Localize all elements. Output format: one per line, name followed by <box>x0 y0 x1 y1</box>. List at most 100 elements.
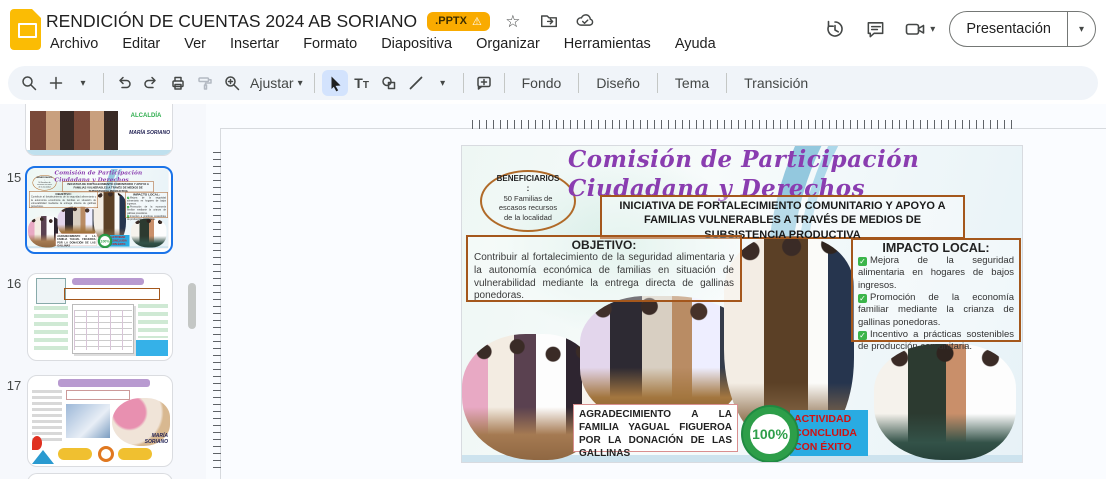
thumbnail-list-right <box>138 304 168 338</box>
redo-button[interactable] <box>138 70 164 96</box>
thumbnail-slide-14-partial[interactable]: ALCALDÍA MARÍA SORIANO <box>25 104 173 156</box>
horizontal-ruler <box>472 120 1018 129</box>
print-button[interactable] <box>165 70 191 96</box>
progress-badge[interactable]: 100% <box>743 407 797 461</box>
thumbnail-progress-circle <box>98 446 114 462</box>
mini-impact-item: Promoción de la economía familiar median… <box>127 206 166 215</box>
layout-button[interactable]: Diseño <box>586 71 650 95</box>
menu-archivo[interactable]: Archivo <box>46 34 102 54</box>
theme-button[interactable]: Tema <box>665 71 719 95</box>
present-button[interactable]: Presentación ▾ <box>949 11 1096 47</box>
divider <box>726 73 727 93</box>
initiative-textbox[interactable]: INICIATIVA DE FORTALECIMIENTO COMUNITARI… <box>600 195 965 239</box>
mini-beneficiaries-text: BENEFICIARIOS: 50 Familias de escasos re… <box>37 176 53 188</box>
divider <box>578 73 579 93</box>
zoom-button[interactable] <box>219 70 245 96</box>
beneficiaries-body: 50 Familias de escasos recursos de la lo… <box>496 194 560 222</box>
insert-comment-button[interactable] <box>471 70 497 96</box>
cloud-status-icon[interactable] <box>572 8 598 34</box>
mini-photo <box>131 219 167 248</box>
version-history-icon[interactable] <box>822 16 848 42</box>
thumbnail-slide-18-partial[interactable] <box>27 473 173 479</box>
line-tool-button[interactable] <box>403 70 429 96</box>
undo-icon <box>115 74 133 92</box>
slide-15-editor[interactable]: Comisión de Participación Ciudadana y De… <box>462 146 1022 462</box>
divider <box>314 73 315 93</box>
menu-organizar[interactable]: Organizar <box>472 34 544 54</box>
text-box-button[interactable]: TT <box>349 70 375 96</box>
menu-ayuda[interactable]: Ayuda <box>671 34 720 54</box>
menu-formato[interactable]: Formato <box>299 34 361 54</box>
photo-family-group-right[interactable] <box>874 344 1016 460</box>
thumbnail-blue-box <box>136 340 168 356</box>
impact-textbox[interactable]: IMPACTO LOCAL: ✓Mejora de la seguridad a… <box>851 238 1021 342</box>
search-menus-button[interactable] <box>16 70 42 96</box>
history-icon <box>824 18 846 40</box>
cursor-icon <box>326 74 344 92</box>
new-slide-caret-icon[interactable]: ▾ <box>70 70 96 96</box>
camera-icon <box>904 18 926 40</box>
menu-herramientas[interactable]: Herramientas <box>560 34 655 54</box>
thanks-textbox[interactable]: AGRADECIMIENTO A LA FAMILIA YAGUAL FIGUE… <box>573 404 738 452</box>
shape-icon <box>380 74 398 92</box>
move-folder-icon <box>539 11 559 31</box>
thumbnail-slide-15-selected[interactable]: Comisión de Participación Ciudadana y De… <box>25 166 173 254</box>
pptx-badge[interactable]: .PPTX ⚠ <box>427 12 490 31</box>
impact-item-text: Promoción de la economía familiar median… <box>858 292 1014 328</box>
objective-textbox[interactable]: OBJETIVO: Contribuir al fortalecimiento … <box>466 235 742 302</box>
background-button[interactable]: Fondo <box>512 71 572 95</box>
thumbnail-subtitle-bar <box>64 288 160 300</box>
line-caret-icon[interactable]: ▾ <box>430 70 456 96</box>
menu-ver[interactable]: Ver <box>180 34 210 54</box>
thumbnail-subtitle-bar <box>66 390 130 400</box>
thumbnail-text-left <box>32 390 62 442</box>
line-icon <box>407 74 425 92</box>
menu-diapositiva[interactable]: Diapositiva <box>377 34 456 54</box>
redo-icon <box>142 74 160 92</box>
comments-icon[interactable] <box>862 16 888 42</box>
divider <box>504 73 505 93</box>
shape-button[interactable] <box>376 70 402 96</box>
select-tool-button[interactable] <box>322 70 348 96</box>
fit-zoom-label: Ajustar <box>250 75 294 91</box>
transition-button[interactable]: Transición <box>734 71 818 95</box>
fit-zoom-select[interactable]: Ajustar ▾ <box>246 75 307 91</box>
thumbnail-list-left <box>34 306 68 350</box>
workspace: ALCALDÍA MARÍA SORIANO 15 Comisión de Pa… <box>0 104 1106 479</box>
mini-objective-body: Contribuir al fortalecimiento de la segu… <box>31 196 96 209</box>
filmstrip-scrollbar[interactable] <box>188 283 196 329</box>
zoom-in-icon <box>223 74 241 92</box>
impact-item-text: Mejora de la seguridad alimentaria en ho… <box>858 255 1014 291</box>
objective-body: Contribuir al fortalecimiento de la segu… <box>474 252 734 303</box>
beneficiaries-textbox[interactable]: BENEFICIARIOS: 50 Familias de escasos re… <box>496 174 560 222</box>
menu-bar: Archivo Editar Ver Insertar Formato Diap… <box>46 34 720 54</box>
camera-caret-icon[interactable]: ▾ <box>930 24 935 35</box>
cloud-check-icon <box>575 11 595 31</box>
thumbnail-yellow-pill <box>118 448 152 460</box>
meet-group: ▾ <box>902 16 935 42</box>
mini-impact-item: Mejora de la seguridad alimentaria en ho… <box>127 196 166 205</box>
title-row: RENDICIÓN DE CUENTAS 2024 AB SORIANO .PP… <box>46 8 598 34</box>
video-camera-icon[interactable] <box>902 16 928 42</box>
present-caret-icon[interactable]: ▾ <box>1068 12 1095 46</box>
impact-item: ✓Mejora de la seguridad alimentaria en h… <box>858 255 1014 292</box>
paint-format-button[interactable] <box>192 70 218 96</box>
slide-15-mini: Comisión de Participación Ciudadana y De… <box>28 169 168 248</box>
slides-logo-icon[interactable] <box>10 9 41 50</box>
move-folder-icon[interactable] <box>536 8 562 34</box>
menu-insertar[interactable]: Insertar <box>226 34 283 54</box>
mini-status-box: ACTIVIDAD CONCLUIDA CON ÉXITO <box>110 235 130 247</box>
star-icon[interactable]: ☆ <box>500 8 526 34</box>
thumbnail-slide-17[interactable]: MARÍA SORIANO <box>27 375 173 467</box>
document-title[interactable]: RENDICIÓN DE CUENTAS 2024 AB SORIANO <box>46 11 417 32</box>
thumbnail-slide-16[interactable] <box>27 273 173 361</box>
new-slide-button[interactable] <box>43 70 69 96</box>
divider <box>103 73 104 93</box>
thumbnail-title-squiggle <box>58 379 150 387</box>
undo-button[interactable] <box>111 70 137 96</box>
divider <box>463 73 464 93</box>
status-textbox[interactable]: ACTIVIDAD CONCLUIDA CON ÉXITO <box>790 410 868 456</box>
menu-editar[interactable]: Editar <box>118 34 164 54</box>
thumbnail-table-grid <box>74 310 132 350</box>
impact-item: ✓Incentivo a prácticas sostenibles de pr… <box>858 329 1014 354</box>
